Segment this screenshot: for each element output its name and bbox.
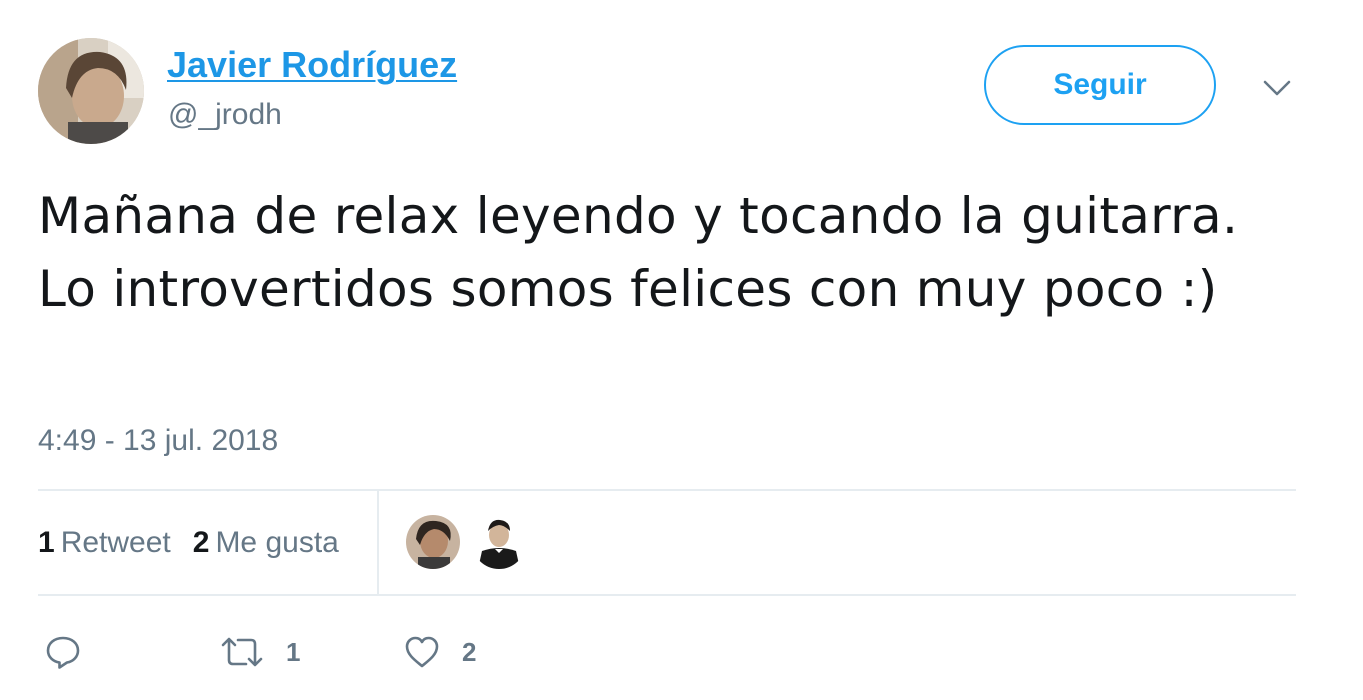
- liker-avatar[interactable]: [406, 515, 460, 569]
- avatar-image: [38, 38, 144, 144]
- retweet-icon: [221, 637, 263, 667]
- tweet-card: Javier Rodríguez @_jrodh Seguir Mañana d…: [0, 0, 1363, 700]
- retweet-button[interactable]: 1: [220, 632, 300, 672]
- liker-avatar[interactable]: [472, 515, 526, 569]
- retweet-count: 1: [286, 636, 301, 667]
- retweet-stat-count: 1: [38, 526, 55, 559]
- tweet-text: Mañana de relax leyendo y tocando la gui…: [38, 187, 1239, 318]
- like-button[interactable]: 2: [404, 632, 476, 672]
- chevron-down-icon[interactable]: [1262, 76, 1292, 100]
- reply-icon: [46, 636, 80, 669]
- tweet-timestamp[interactable]: 4:49 - 13 jul. 2018: [38, 424, 278, 458]
- like-count: 2: [462, 636, 477, 667]
- follow-button[interactable]: Seguir: [984, 45, 1216, 125]
- heart-icon: [405, 636, 439, 668]
- author-name-link[interactable]: Javier Rodríguez: [167, 44, 457, 86]
- like-stat-count: 2: [192, 526, 210, 559]
- reply-button[interactable]: [44, 632, 82, 672]
- divider-bottom: [38, 594, 1296, 596]
- like-stat[interactable]: 2 Me gusta: [193, 526, 339, 559]
- divider-top: [38, 489, 1296, 491]
- retweet-stat-label: Retweet: [60, 526, 171, 559]
- retweet-stat[interactable]: 1 Retweet: [38, 526, 171, 559]
- like-stat-label: Me gusta: [215, 526, 339, 559]
- tweet-stats: 1 Retweet 2 Me gusta: [38, 526, 339, 560]
- author-handle: @_jrodh: [168, 98, 282, 131]
- author-avatar[interactable]: [38, 38, 144, 144]
- stats-divider: [377, 491, 379, 594]
